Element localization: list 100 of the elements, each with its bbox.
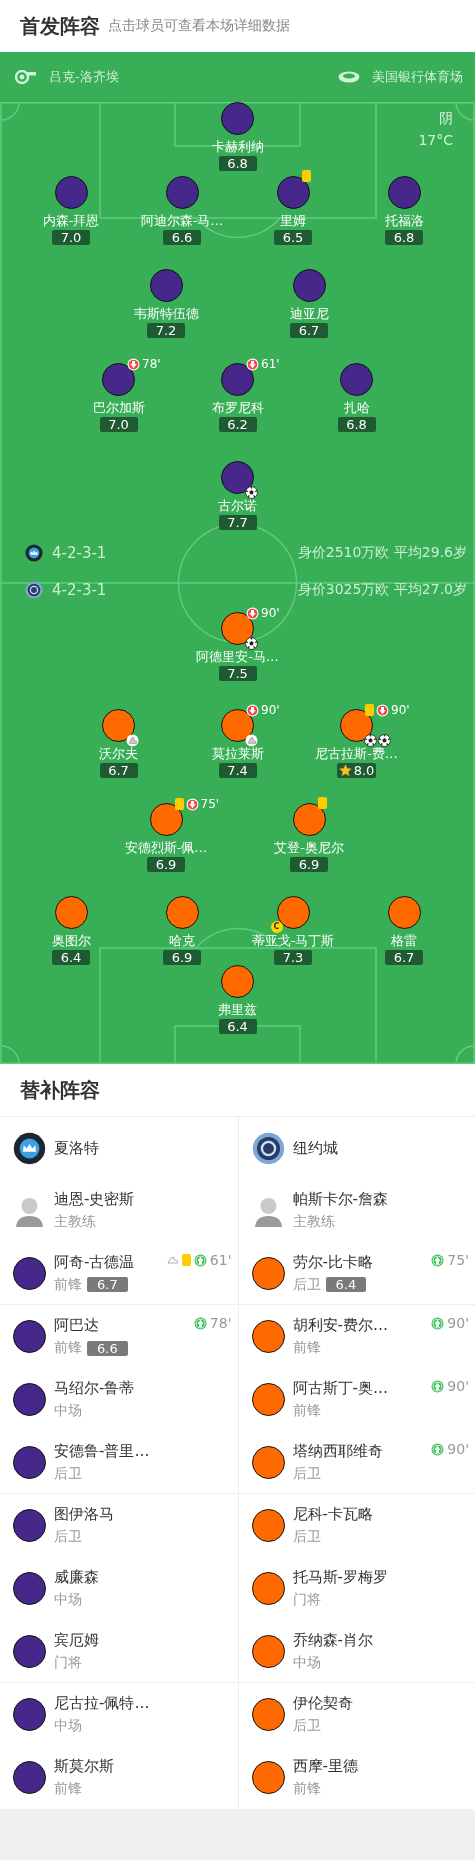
player-marker[interactable] [221, 363, 254, 396]
player-name[interactable]: 迪亚尼 [289, 305, 329, 323]
player-marker[interactable] [221, 102, 254, 135]
player-name[interactable]: 莫拉莱斯 [211, 745, 264, 763]
player-name[interactable]: 内森-拜恩 [42, 212, 100, 230]
player-name[interactable]: 塔纳西耶维奇 [292, 1441, 383, 1461]
substitution-on-icon [193, 1316, 207, 1330]
player-marker[interactable] [221, 461, 254, 494]
player-marker[interactable] [13, 1320, 46, 1353]
player-name[interactable]: 西摩-里德 [292, 1757, 358, 1776]
player-name[interactable]: 安德鲁-普里… [54, 1441, 150, 1461]
referee-name: 吕克-洛齐埃 [49, 68, 119, 86]
player-marker[interactable] [165, 176, 199, 209]
player-marker[interactable] [276, 896, 310, 929]
player-marker[interactable] [165, 896, 199, 929]
player-marker[interactable] [54, 176, 88, 209]
player-marker[interactable] [54, 896, 88, 929]
player-rating: 7.4 [218, 763, 257, 778]
player-name[interactable]: 尼科-卡瓦略 [292, 1505, 373, 1524]
player-name[interactable]: 格雷 [391, 932, 417, 950]
player-name[interactable]: 胡利安-费尔… [292, 1316, 388, 1335]
player-name[interactable]: 布罗尼科 [211, 399, 264, 417]
player-name[interactable]: 艾登-奥尼尔 [274, 839, 344, 857]
player-name[interactable]: 安德烈斯-佩… [124, 839, 208, 857]
player-marker[interactable] [251, 1634, 285, 1668]
player-marker[interactable] [221, 965, 254, 998]
player-name[interactable]: 阿奇-古德温 [54, 1252, 135, 1272]
substitution-off-icon [246, 606, 259, 620]
player-marker[interactable] [102, 709, 135, 742]
player-marker[interactable] [276, 176, 310, 209]
player-name[interactable]: 托福洛 [384, 212, 424, 230]
player-name[interactable]: 马绍尔-鲁蒂 [54, 1379, 135, 1398]
weather-condition: 阴 [439, 110, 453, 128]
player-marker[interactable] [149, 803, 183, 836]
player-name[interactable]: 阿迪尔森-马… [140, 212, 224, 230]
player-marker[interactable] [251, 1445, 285, 1479]
player-name[interactable]: 尼古拉斯-费… [315, 745, 398, 763]
player-marker[interactable] [387, 176, 421, 209]
player-marker[interactable] [292, 269, 326, 302]
player-name[interactable]: 沃尔夫 [99, 745, 138, 763]
player-name[interactable]: 阿巴达 [54, 1316, 128, 1335]
player-rating: 6.5 [274, 230, 312, 245]
player-name[interactable]: 奥图尔 [51, 932, 91, 950]
player-marker[interactable] [251, 1698, 285, 1731]
soccer-ball-icon [245, 637, 258, 650]
player-name[interactable]: 伊伦契奇 [292, 1694, 353, 1713]
substitution-minute: 61' [261, 357, 280, 371]
player-name[interactable]: 蒂亚戈-马丁斯 [251, 932, 335, 950]
substitution-minute: 90' [447, 1378, 469, 1394]
player-rating: 7.5 [218, 666, 257, 681]
player-name[interactable]: 巴尔加斯 [92, 399, 145, 417]
player-rating: 6.9 [163, 950, 201, 965]
player-name[interactable]: 韦斯特伍德 [133, 305, 199, 323]
temperature: 17°C [418, 132, 453, 148]
player-rating: 7.0 [99, 417, 138, 432]
player-name[interactable]: 阿古斯丁-奥… [292, 1379, 388, 1398]
player-name[interactable]: 古尔诺 [218, 497, 257, 515]
player-name[interactable]: 乔纳森-肖尔 [292, 1630, 373, 1650]
player-name[interactable]: 弗里兹 [218, 1001, 257, 1019]
player-marker[interactable] [13, 1698, 46, 1731]
player-name[interactable]: 扎哈 [343, 399, 370, 417]
player-marker[interactable] [251, 1320, 285, 1353]
player-name[interactable]: 阿德里安-马… [196, 648, 279, 666]
player-marker[interactable] [13, 1634, 46, 1668]
player-marker[interactable] [13, 1445, 46, 1479]
player-position: 前锋 [292, 1780, 321, 1798]
player-marker[interactable] [340, 363, 373, 396]
substitution-on-icon [431, 1379, 445, 1393]
player-marker[interactable] [251, 1509, 285, 1542]
player-name[interactable]: 里姆 [280, 212, 306, 230]
player-name[interactable]: 宾厄姆 [54, 1630, 99, 1650]
player-marker[interactable] [251, 1572, 285, 1605]
player-name[interactable]: 托马斯-罗梅罗 [292, 1568, 388, 1587]
player-marker[interactable] [251, 1383, 285, 1416]
player-rating: 6.6 [163, 230, 201, 245]
player-marker[interactable] [251, 1256, 285, 1290]
team-name: 夏洛特 [54, 1138, 99, 1158]
player-marker[interactable] [13, 1509, 46, 1542]
player-rating: 6.4 [325, 1277, 367, 1292]
player-marker[interactable] [13, 1256, 46, 1290]
player-marker[interactable] [13, 1383, 46, 1416]
player-name[interactable]: 威廉森 [54, 1568, 99, 1587]
player-marker[interactable] [387, 896, 421, 929]
player-marker[interactable] [149, 269, 183, 302]
player-name[interactable]: 劳尔-比卡略 [292, 1252, 373, 1272]
player-name[interactable]: 哈克 [169, 932, 195, 950]
player-name[interactable]: 图伊洛马 [54, 1505, 114, 1524]
team-name: 纽约城 [292, 1138, 338, 1158]
coach-name[interactable]: 迪恩-史密斯 [54, 1190, 135, 1209]
player-marker[interactable] [102, 363, 135, 396]
player-name[interactable]: 斯莫尔斯 [54, 1757, 114, 1776]
player-marker[interactable] [13, 1761, 46, 1794]
section-hint: 点击球员可查看本场详细数据 [108, 17, 290, 35]
player-name[interactable]: 卡赫利纳 [211, 138, 264, 156]
player-marker[interactable] [251, 1761, 285, 1794]
coach-name[interactable]: 帕斯卡尔-詹森 [292, 1190, 388, 1209]
player-marker[interactable] [292, 803, 326, 836]
substitution-minute: 78' [142, 357, 161, 371]
player-marker[interactable] [13, 1572, 46, 1605]
player-name[interactable]: 尼古拉-佩特… [54, 1694, 150, 1713]
